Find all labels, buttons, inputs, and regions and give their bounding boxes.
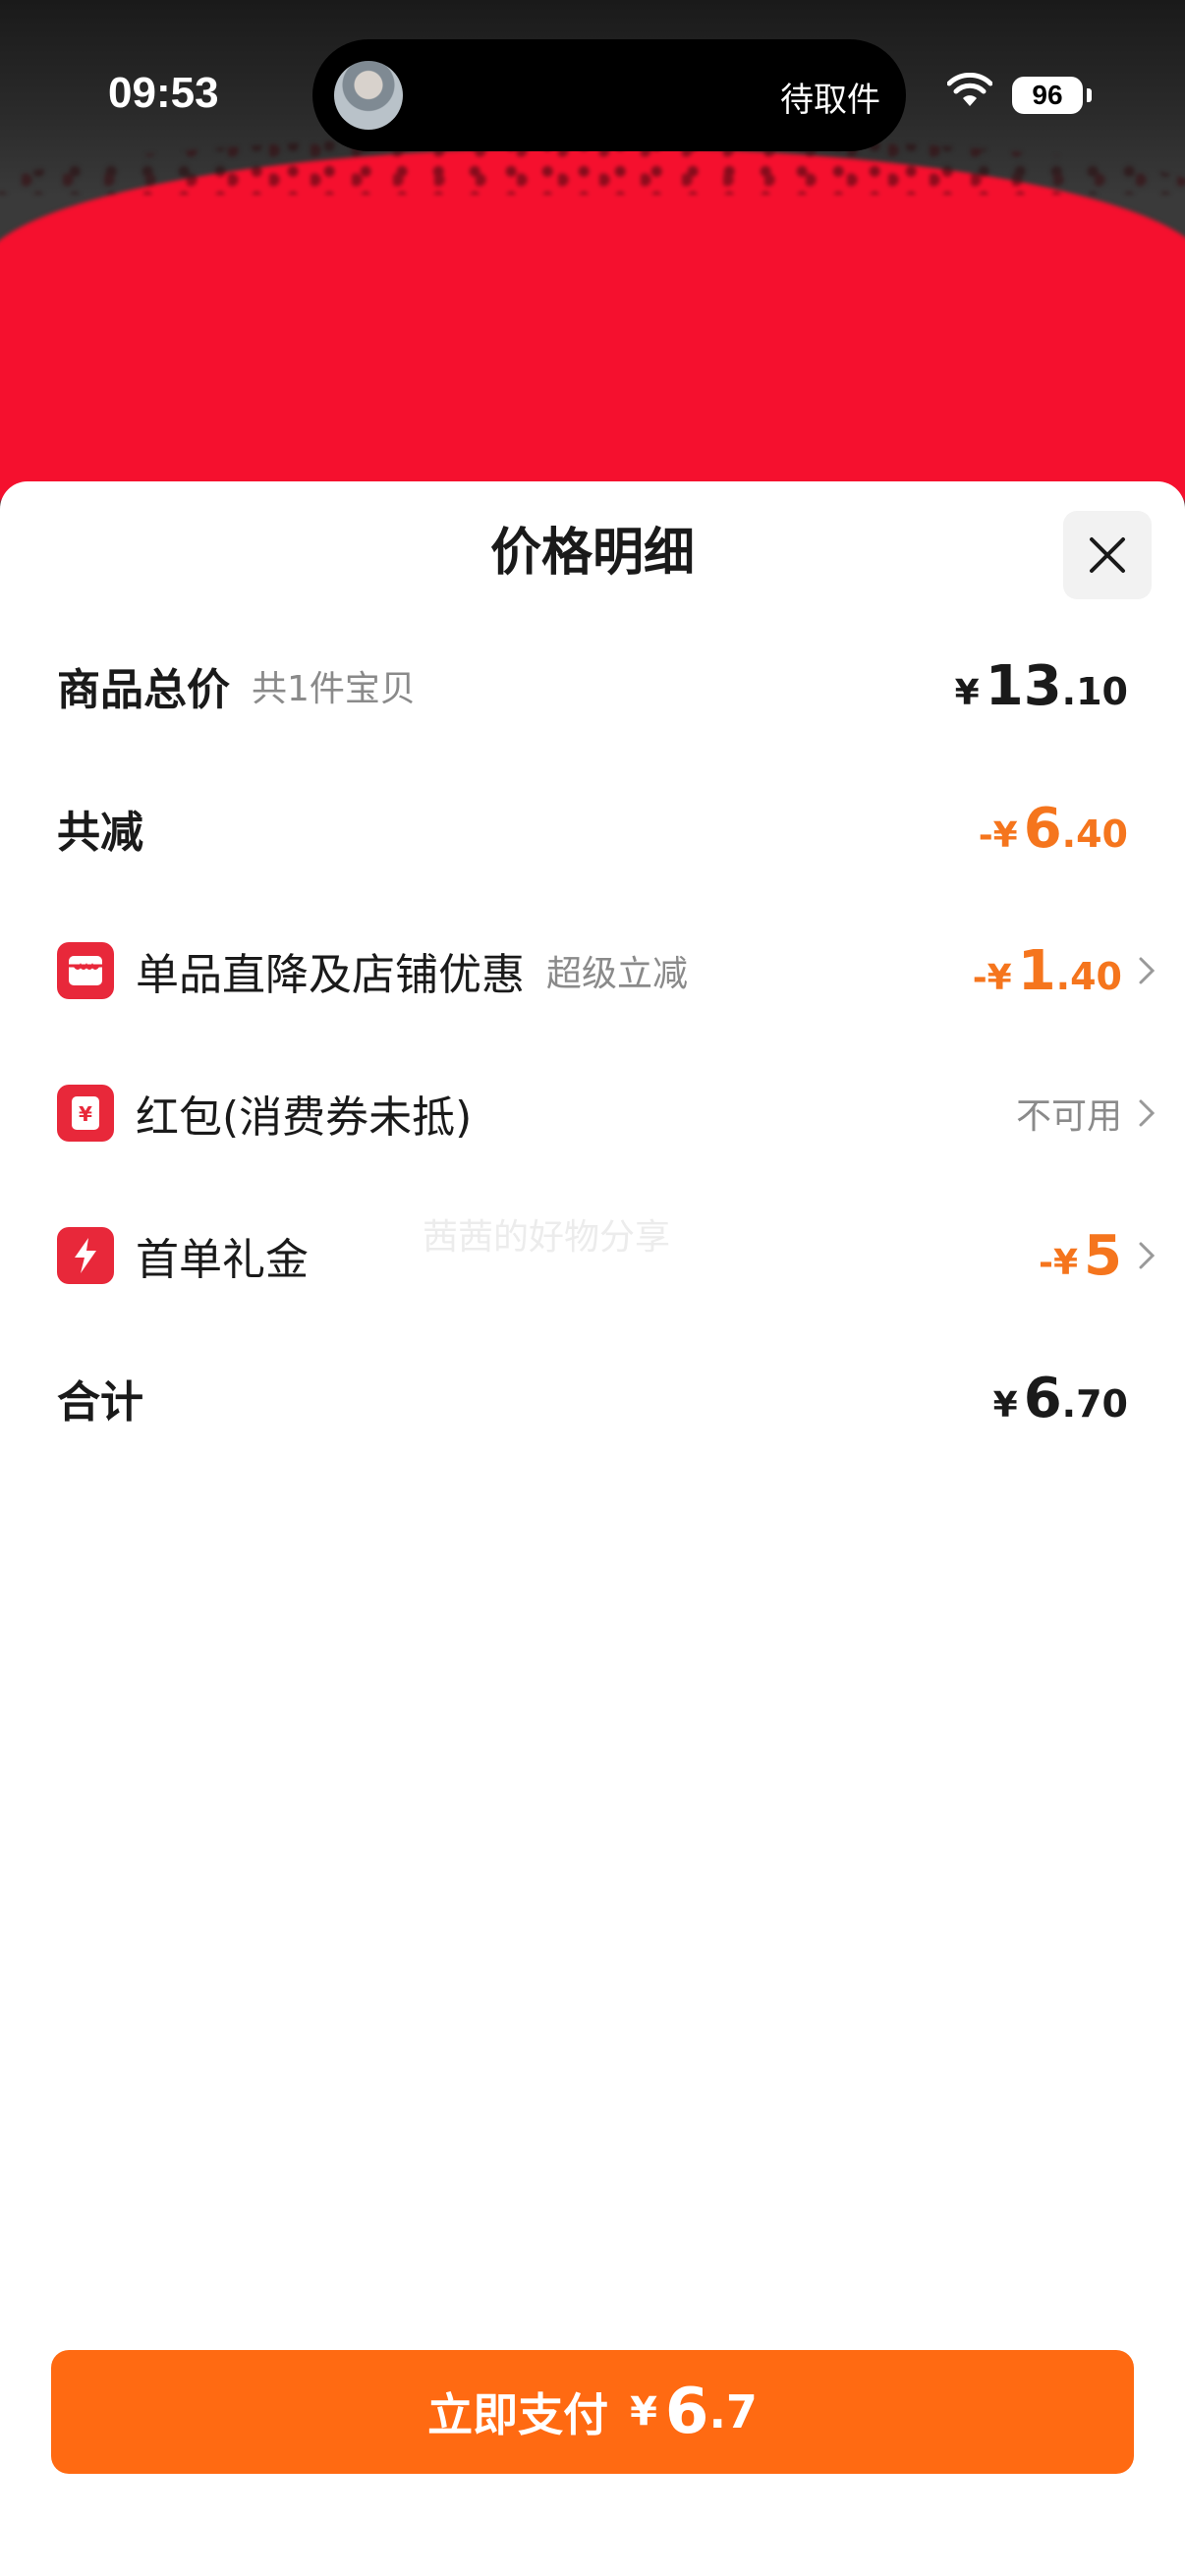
first-order-amount: -¥ 5 [1039,1216,1157,1295]
shop-discount-label: 单品直降及店铺优惠 [136,950,525,1000]
red-packet-status-wrap: 不可用 [1016,1074,1157,1152]
row-red-packet[interactable]: ¥ 红包(消费券未抵) 不可用 [57,1074,1156,1152]
pay-button-int: 6 [664,2376,709,2448]
avatar [334,61,403,130]
discount-total-int: 6 [1023,796,1062,861]
subtotal-item-count: 共1件宝贝 [252,669,416,709]
row-total: 合计 ¥ 6 .70 [57,1359,1128,1437]
pay-button-label: 立即支付 [427,2388,609,2441]
red-packet-icon: ¥ [57,1085,114,1142]
subtotal-currency: ¥ [954,672,980,713]
discount-total-amount: -¥ 6 .40 [979,789,1128,868]
first-order-label: 首单礼金 [136,1235,309,1285]
lightning-icon [57,1227,114,1284]
total-dec: .70 [1061,1381,1128,1426]
row-subtotal: 商品总价 共1件宝贝 ¥ 13 .10 [57,646,1128,725]
discount-total-dec: .40 [1061,812,1128,856]
status-bar: 09:53 待取件 96 [0,0,1185,187]
battery-icon: 96 [1012,77,1092,114]
island-status-text: 待取件 [780,81,880,120]
svg-text:¥: ¥ [79,1102,92,1126]
red-packet-status: 不可用 [1015,1096,1122,1137]
shop-discount-dec: .40 [1055,954,1122,998]
discount-total-currency: -¥ [978,814,1018,856]
dynamic-island[interactable]: 待取件 [312,39,906,151]
row-discount-total: 共减 -¥ 6 .40 [57,789,1128,868]
total-amount: ¥ 6 .70 [993,1359,1128,1437]
shop-icon [57,942,114,999]
red-packet-label: 红包(消费券未抵) [136,1092,473,1143]
redaction-scribble [0,136,1185,501]
total-label: 合计 [57,1377,143,1428]
chevron-right-icon [1139,1099,1156,1127]
sheet-title: 价格明细 [489,524,695,583]
pay-button-dec: .7 [708,2385,758,2438]
page: 09:53 待取件 96 价格明细 商品总价 共1件宝贝 ¥ 13 .10 共减… [0,0,1185,2576]
close-button[interactable] [1063,511,1152,599]
row-shop-discount[interactable]: 单品直降及店铺优惠 超级立减 -¥ 1 .40 [57,931,1156,1010]
total-currency: ¥ [992,1384,1018,1426]
shop-discount-tag: 超级立减 [546,954,689,994]
shop-discount-amount: -¥ 1 .40 [973,931,1157,1010]
price-detail-sheet: 价格明细 商品总价 共1件宝贝 ¥ 13 .10 共减 -¥ 6 .40 单品直… [0,481,1185,2576]
status-time: 09:53 [108,69,219,117]
watermark: 茜茜的好物分享 [423,1217,671,1258]
chevron-right-icon [1139,1242,1156,1269]
total-int: 6 [1023,1366,1062,1430]
pay-button-currency: ¥ [630,2389,657,2435]
subtotal-dec: .10 [1061,669,1128,713]
shop-discount-int: 1 [1017,938,1056,1003]
shop-discount-currency: -¥ [972,957,1012,998]
subtotal-label: 商品总价 [57,665,230,715]
subtotal-int: 13 [985,653,1062,718]
chevron-right-icon [1139,957,1156,984]
discount-total-label: 共减 [57,808,143,858]
first-order-int: 5 [1084,1223,1122,1288]
close-icon [1090,537,1125,573]
first-order-currency: -¥ [1039,1242,1079,1283]
pay-now-button[interactable]: 立即支付 ¥ 6 .7 [51,2350,1134,2474]
subtotal-amount: ¥ 13 .10 [955,646,1128,725]
wifi-icon [947,73,992,106]
